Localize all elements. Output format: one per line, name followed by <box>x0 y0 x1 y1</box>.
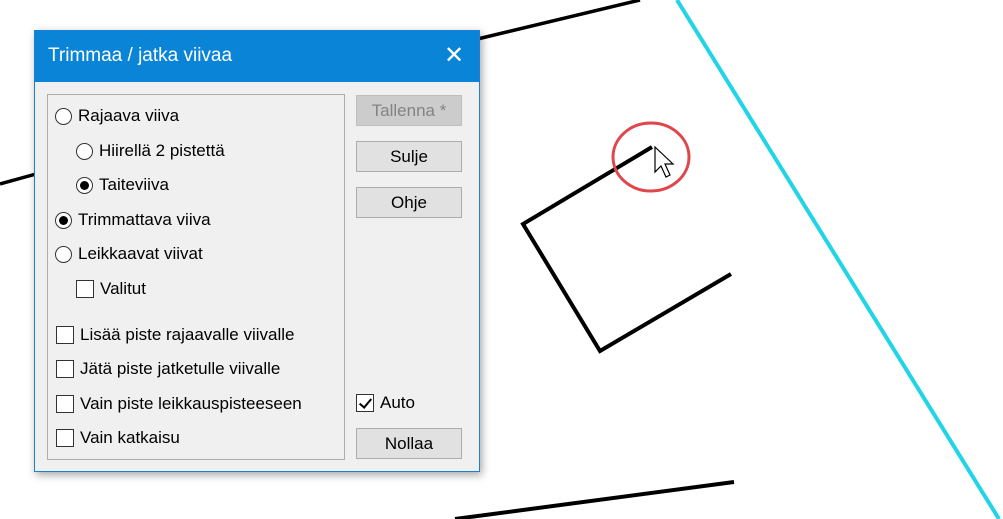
radio-hiirella-label: Hiirellä 2 pistettä <box>99 141 225 160</box>
radio-taiteviiva[interactable]: Taiteviiva <box>76 175 169 195</box>
checkbox-valitut[interactable]: Valitut <box>76 279 146 299</box>
sulje-button[interactable]: Sulje <box>356 141 462 172</box>
checkbox-icon[interactable] <box>56 395 74 413</box>
checkbox-auto[interactable]: Auto <box>356 393 415 413</box>
drawing-line-left[interactable] <box>0 172 37 186</box>
checkbox-lisaa-piste[interactable]: Lisää piste rajaavalle viivalle <box>56 325 295 345</box>
checkbox-vain-katkaisu-label: Vain katkaisu <box>80 428 180 447</box>
checkbox-icon[interactable] <box>56 429 74 447</box>
checkbox-jata-piste[interactable]: Jätä piste jatketulle viivalle <box>56 359 280 379</box>
radio-button-selected-icon[interactable] <box>55 211 72 229</box>
checkbox-vain-katkaisu[interactable]: Vain katkaisu <box>56 428 180 448</box>
checkbox-lisaa-piste-label: Lisää piste rajaavalle viivalle <box>80 325 295 344</box>
radio-leikkaavat-viivat[interactable]: Leikkaavat viivat <box>55 244 203 264</box>
tallenna-button[interactable]: Tallenna * <box>356 95 462 126</box>
radio-taiteviiva-label: Taiteviiva <box>99 175 169 194</box>
checkbox-auto-label: Auto <box>380 393 415 412</box>
radio-hiirella-2-pistetta[interactable]: Hiirellä 2 pistettä <box>76 141 225 161</box>
radio-rajaava-viiva[interactable]: Rajaava viiva <box>55 106 179 126</box>
checkbox-icon[interactable] <box>56 326 74 344</box>
radio-trimmattava-label: Trimmattava viiva <box>78 210 211 229</box>
checkbox-vain-piste-label: Vain piste leikkauspisteeseen <box>80 394 302 413</box>
checkbox-valitut-label: Valitut <box>100 279 146 298</box>
checkbox-vain-piste[interactable]: Vain piste leikkauspisteeseen <box>56 394 302 414</box>
radio-rajaava-label: Rajaava viiva <box>78 106 180 125</box>
radio-button-selected-icon[interactable] <box>76 176 93 194</box>
ohje-button[interactable]: Ohje <box>356 187 462 218</box>
drawing-polyline[interactable] <box>520 145 733 354</box>
close-icon[interactable]: ✕ <box>443 44 465 68</box>
radio-button-icon[interactable] <box>55 107 72 125</box>
checkbox-jata-piste-label: Jätä piste jatketulle viivalle <box>80 359 281 378</box>
highlight-circle-cursor <box>611 121 691 193</box>
radio-button-icon[interactable] <box>55 245 72 263</box>
radio-button-icon[interactable] <box>76 142 93 160</box>
mouse-cursor-icon <box>654 145 675 178</box>
radio-trimmattava-viiva[interactable]: Trimmattava viiva <box>55 210 211 230</box>
nollaa-button[interactable]: Nollaa <box>356 428 462 459</box>
trim-extend-dialog: Trimmaa / jatka viivaa ✕ Rajaava viiva H… <box>34 30 480 472</box>
checkbox-checked-icon[interactable] <box>356 394 374 412</box>
dialog-title: Trimmaa / jatka viivaa <box>48 45 233 66</box>
radio-leikkaavat-label: Leikkaavat viivat <box>78 244 203 263</box>
cyan-boundary-line[interactable] <box>675 0 1001 519</box>
checkbox-icon[interactable] <box>56 360 74 378</box>
checkbox-icon[interactable] <box>76 280 94 298</box>
drawing-line-bottom[interactable] <box>454 480 735 519</box>
dialog-titlebar[interactable]: Trimmaa / jatka viivaa ✕ <box>35 31 479 82</box>
